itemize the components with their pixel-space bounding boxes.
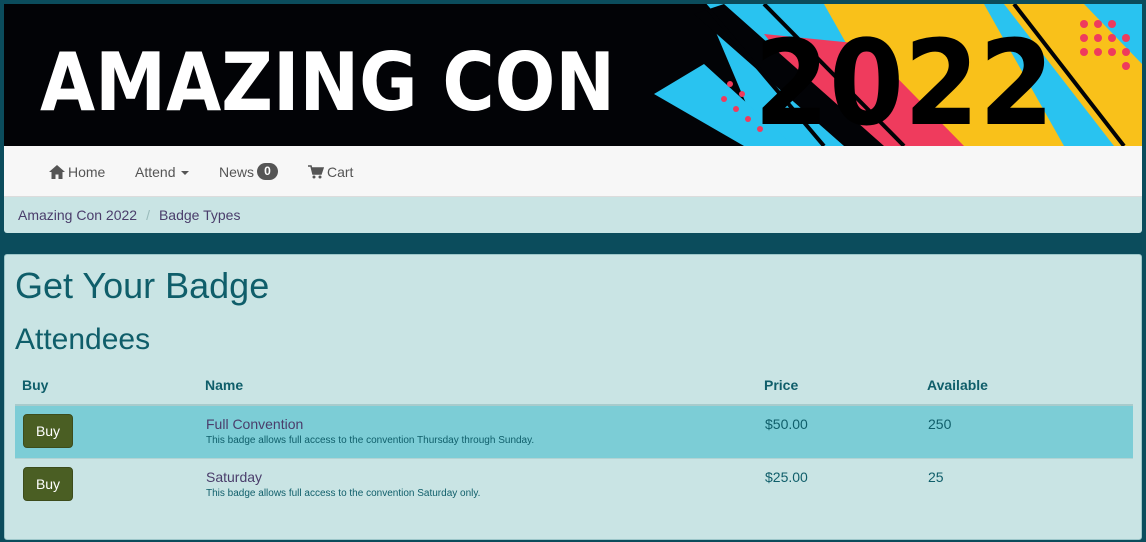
- badge-panel: Get Your Badge Attendees Buy Name Price …: [4, 254, 1142, 540]
- badge-description: This badge allows full access to the con…: [206, 488, 481, 499]
- banner-artwork: AMAZING CON 2022: [4, 4, 1142, 146]
- badge-description: This badge allows full access to the con…: [206, 435, 535, 446]
- nav-home[interactable]: Home: [49, 146, 105, 197]
- news-count-badge: 0: [257, 163, 279, 180]
- badge-price: $25.00: [765, 469, 808, 485]
- site-banner: AMAZING CON 2022: [4, 4, 1142, 146]
- nav-cart-label: Cart: [327, 163, 354, 180]
- main-navbar: Home Attend News 0 Cart: [4, 146, 1142, 197]
- nav-news[interactable]: News 0: [219, 146, 279, 197]
- badge-name-cell: Saturday This badge allows full access t…: [206, 469, 480, 499]
- badge-price: $50.00: [765, 416, 808, 432]
- column-header-price: Price: [764, 377, 799, 393]
- nav-attend-dropdown[interactable]: Attend: [135, 146, 190, 197]
- buy-button[interactable]: Buy: [23, 414, 73, 448]
- chevron-down-icon: [181, 170, 190, 175]
- nav-home-label: Home: [68, 163, 106, 180]
- cart-icon: [308, 164, 324, 178]
- badge-name-cell: Full Convention This badge allows full a…: [206, 416, 534, 446]
- badge-name: Full Convention: [206, 416, 304, 432]
- banner-year: 2022: [754, 14, 1054, 146]
- page-title: Get Your Badge: [15, 265, 270, 306]
- breadcrumb-separator: /: [146, 207, 150, 223]
- badge-available: 25: [928, 469, 944, 485]
- table-row: Buy Full Convention This badge allows fu…: [15, 406, 1133, 458]
- column-header-name: Name: [205, 377, 244, 393]
- nav-news-label: News: [219, 163, 255, 180]
- nav-attend-label: Attend: [135, 163, 176, 180]
- home-icon: [49, 164, 65, 179]
- badge-name: Saturday: [206, 469, 263, 485]
- nav-cart[interactable]: Cart: [308, 146, 353, 197]
- buy-button[interactable]: Buy: [23, 467, 73, 501]
- section-title: Attendees: [15, 323, 151, 356]
- breadcrumb: Amazing Con 2022 / Badge Types: [4, 197, 1142, 233]
- badge-available: 250: [928, 416, 952, 432]
- column-header-buy: Buy: [22, 377, 49, 393]
- breadcrumb-home-link[interactable]: Amazing Con 2022: [18, 207, 137, 223]
- banner-title: AMAZING CON: [40, 36, 615, 129]
- column-header-available: Available: [927, 377, 988, 393]
- table-row: Buy Saturday This badge allows full acce…: [15, 459, 1133, 511]
- breadcrumb-current-link[interactable]: Badge Types: [159, 207, 240, 223]
